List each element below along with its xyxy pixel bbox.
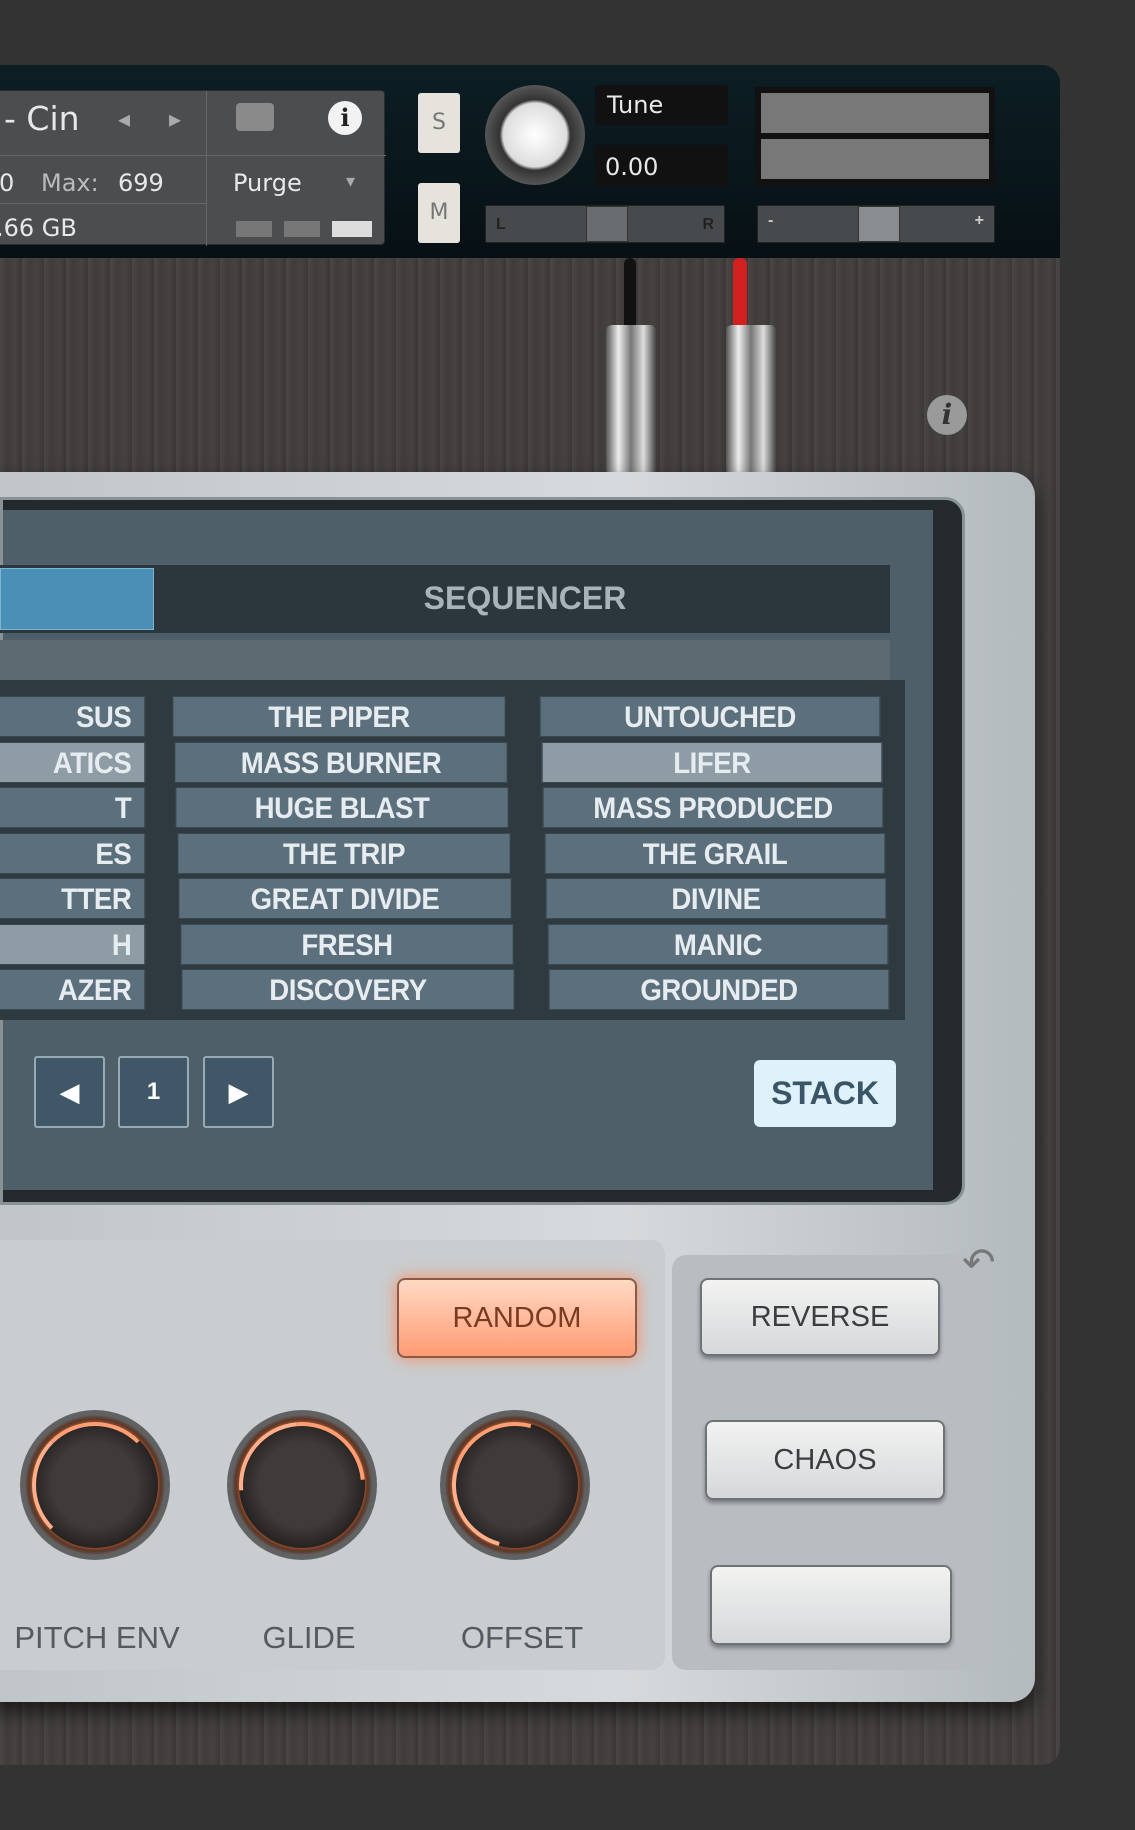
tab-sequencer[interactable]: SEQUENCER — [160, 580, 890, 617]
preset-item[interactable]: GREAT DIVIDE — [178, 878, 512, 919]
pan-left-label: L — [496, 216, 506, 233]
chevron-down-icon[interactable]: ▾ — [346, 171, 355, 192]
undo-icon[interactable]: ↶ — [962, 1240, 996, 1286]
offset-knob[interactable] — [428, 1398, 602, 1572]
tune-knob[interactable] — [485, 85, 585, 185]
screen-divider — [0, 640, 890, 680]
pitch-env-knob[interactable] — [20, 1410, 170, 1560]
preset-item[interactable]: DISCOVERY — [181, 969, 515, 1010]
volume-slider[interactable]: - + — [757, 205, 995, 243]
tune-label: Tune — [607, 91, 664, 119]
preset-item[interactable]: THE PIPER — [172, 696, 506, 737]
purge-dropdown[interactable]: Purge — [233, 169, 302, 197]
tune-value: 0.00 — [605, 153, 659, 181]
preset-item[interactable]: FRESH — [179, 923, 514, 965]
volume-handle[interactable] — [858, 206, 900, 242]
voices-value: 0 — [0, 169, 15, 197]
preset-item[interactable]: SUS — [0, 696, 146, 737]
next-page-button[interactable]: ▶ — [203, 1056, 274, 1128]
max-value: 699 — [118, 169, 164, 197]
mute-button[interactable]: M — [418, 183, 460, 243]
blank-button[interactable] — [710, 1565, 952, 1645]
memory-usage: .66 GB — [0, 214, 77, 242]
preset-item[interactable]: LIFER — [541, 741, 882, 783]
preset-item[interactable]: UNTOUCHED — [539, 696, 881, 737]
purge-bar — [332, 221, 372, 237]
preset-item[interactable]: MANIC — [547, 923, 888, 965]
tab-active[interactable] — [0, 568, 154, 630]
reverse-button[interactable]: REVERSE — [700, 1278, 940, 1356]
preset-item[interactable]: TTER — [0, 878, 146, 919]
jack-connector — [726, 325, 776, 475]
preset-item[interactable]: AZER — [0, 969, 146, 1010]
preset-item[interactable]: GROUNDED — [548, 969, 890, 1010]
knob-label: PITCH ENV — [14, 1620, 180, 1655]
preset-item[interactable]: MASS BURNER — [173, 741, 508, 783]
knob-label: OFFSET — [460, 1620, 584, 1655]
purge-bar — [236, 221, 272, 237]
preset-item[interactable]: H — [0, 923, 146, 965]
tune-label-box: Tune — [595, 85, 728, 125]
tune-value-box[interactable]: 0.00 — [595, 145, 728, 187]
prev-instrument-icon[interactable]: ◂ — [118, 105, 130, 134]
knob-label: GLIDE — [262, 1620, 356, 1655]
instrument-name: - Cin — [4, 99, 80, 138]
max-label: Max: — [41, 169, 99, 197]
page-number: 1 — [118, 1056, 189, 1128]
pan-slider[interactable]: L R — [485, 205, 725, 243]
next-instrument-icon[interactable]: ▸ — [169, 105, 181, 134]
info-icon[interactable]: i — [328, 101, 362, 135]
purge-bar — [284, 221, 320, 237]
prev-page-button[interactable]: ◀ — [34, 1056, 105, 1128]
volume-minus: - — [768, 212, 774, 229]
jack-connector — [606, 325, 656, 475]
stack-button[interactable]: STACK — [754, 1060, 896, 1127]
preset-item[interactable]: ATICS — [0, 741, 146, 783]
solo-button[interactable]: S — [418, 93, 460, 153]
glide-knob[interactable] — [213, 1396, 391, 1574]
preset-item[interactable]: HUGE BLAST — [175, 787, 509, 828]
preset-item[interactable]: ES — [0, 832, 146, 874]
instrument-info-panel: - Cin ◂ ▸ i 0 Max: 699 Purge ▾ .66 GB — [0, 90, 386, 246]
chaos-button[interactable]: CHAOS — [705, 1420, 945, 1500]
info-icon[interactable]: i — [927, 395, 967, 435]
preset-item[interactable]: THE TRIP — [176, 832, 511, 874]
instrument-header: - Cin ◂ ▸ i 0 Max: 699 Purge ▾ .66 GB S … — [0, 65, 1060, 258]
volume-plus: + — [974, 212, 984, 229]
random-button[interactable]: RANDOM — [397, 1278, 637, 1358]
camera-icon[interactable] — [236, 103, 274, 131]
level-meter — [755, 87, 995, 187]
pan-right-label: R — [702, 216, 714, 233]
preset-item[interactable]: THE GRAIL — [544, 832, 885, 874]
preset-item[interactable]: DIVINE — [545, 878, 887, 919]
preset-item[interactable]: T — [0, 787, 146, 828]
preset-item[interactable]: MASS PRODUCED — [542, 787, 884, 828]
pan-handle[interactable] — [586, 206, 628, 242]
